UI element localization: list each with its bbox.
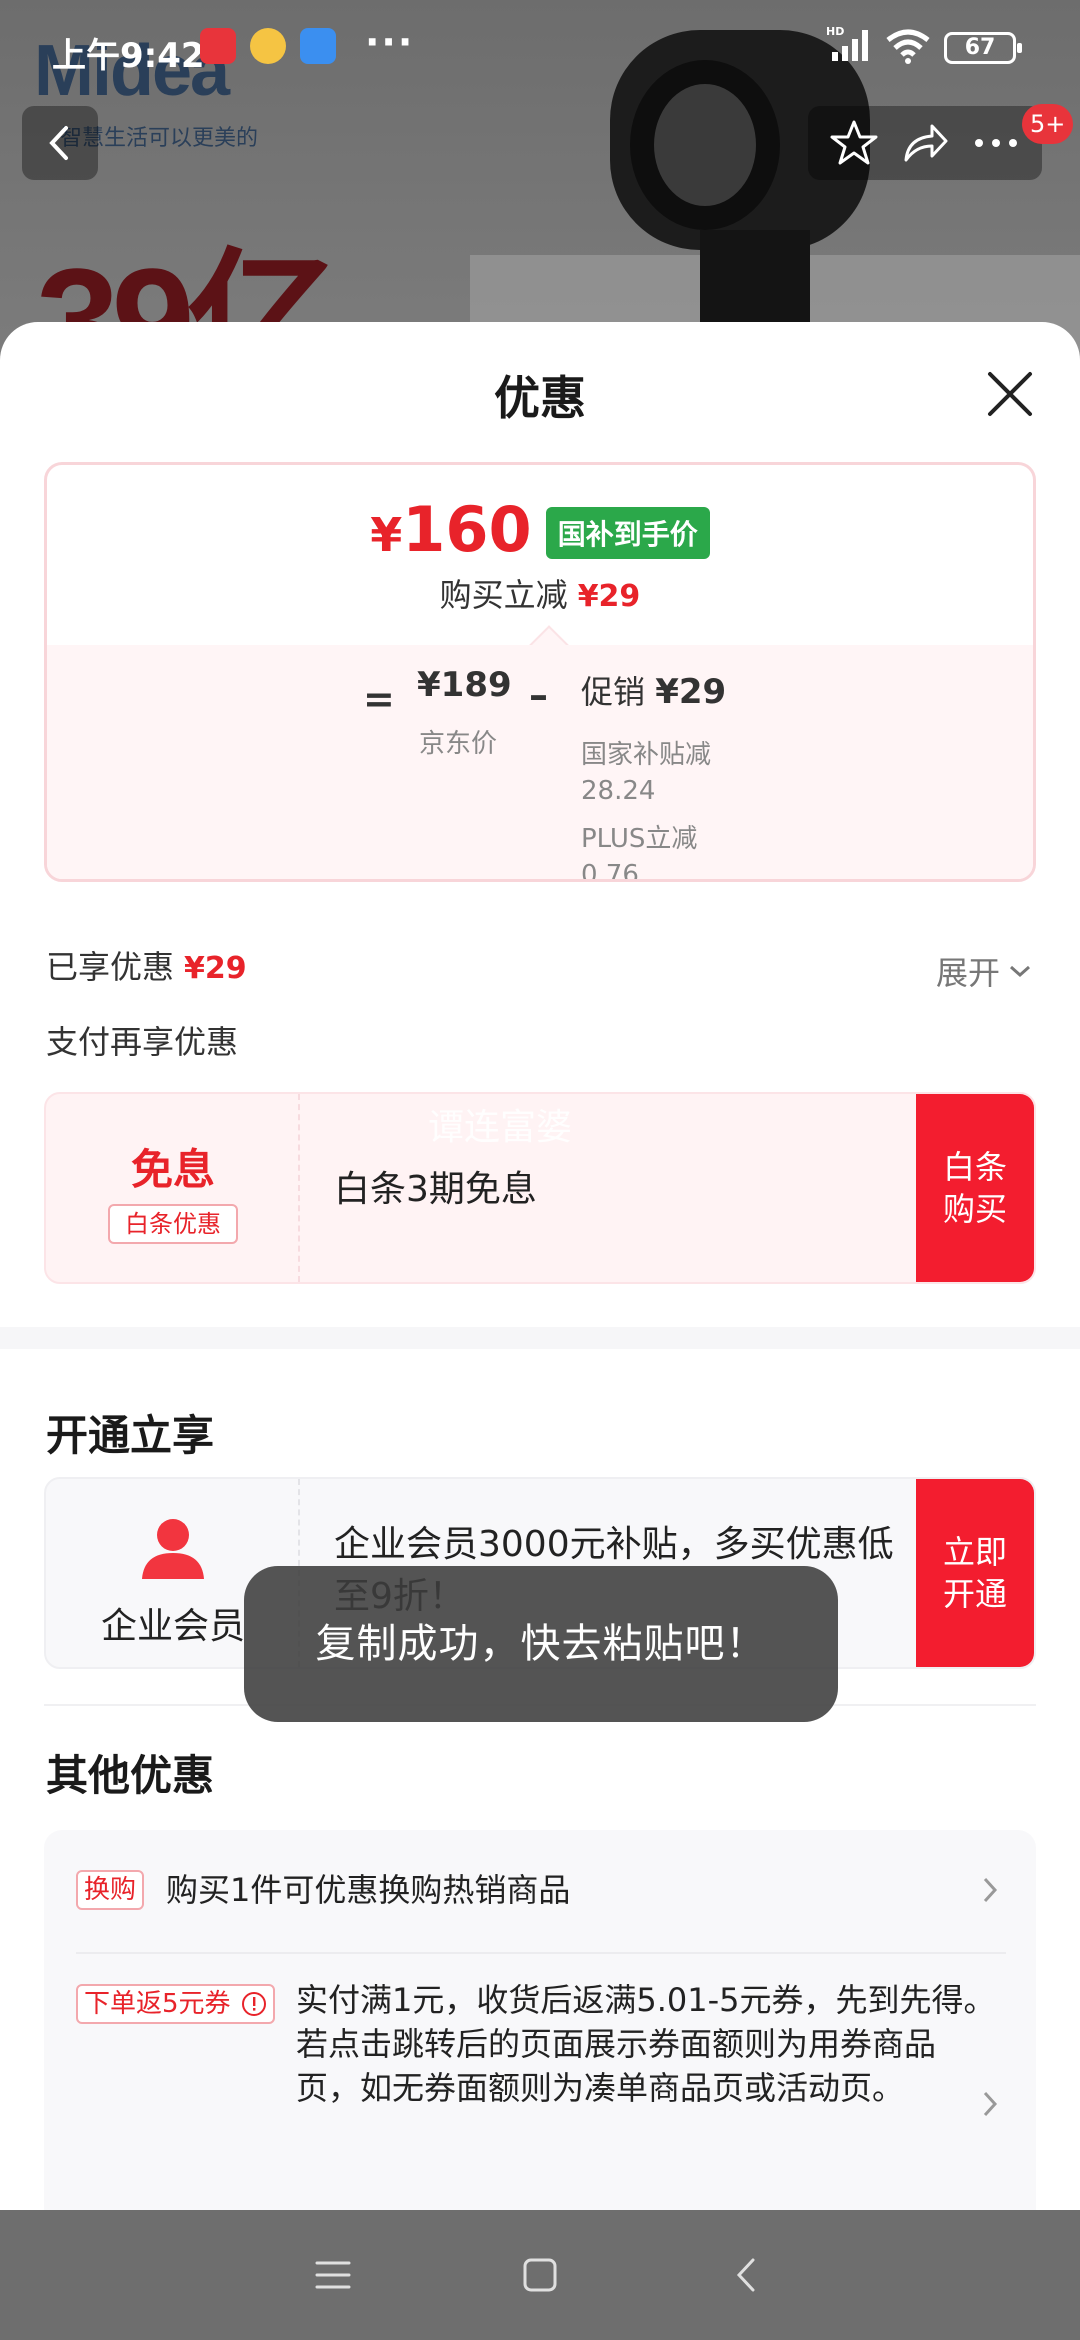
expand-button[interactable]: 展开	[936, 948, 1032, 994]
menu-icon[interactable]	[313, 2258, 353, 2292]
message-count-badge: 5+	[1022, 104, 1074, 144]
price-breakdown: = ¥189 京东价 – 促销 ¥29 国家补贴减 28.24 PLUS立减 0…	[47, 645, 1033, 882]
trade-in-text: 购买1件可优惠换购热销商品	[166, 1871, 571, 1909]
watermark-text: 谭连富婆	[428, 1107, 573, 1148]
chevron-left-icon	[49, 126, 68, 160]
signal-icon: HD	[826, 25, 868, 61]
baitiao-description: 白条3期免息	[334, 1169, 537, 1210]
back-icon[interactable]	[727, 2255, 767, 2295]
minus-sign: –	[529, 673, 548, 717]
app-notification-icon	[200, 28, 236, 64]
national-subsidy-item: 国家补贴减 28.24	[581, 740, 712, 806]
coupon-return-offer-row[interactable]: 下单返5元券 实付满1元，收货后返满5.01-5元券，先到先得。若点击跳转后的页…	[44, 1954, 1036, 2210]
share-icon[interactable]	[898, 116, 952, 170]
section-divider	[0, 1327, 1080, 1349]
chevron-right-icon	[983, 2091, 998, 2117]
jd-price: ¥189	[417, 665, 512, 705]
final-price-area: ¥160 国补到手价 购买立减 ¥29	[47, 465, 1033, 645]
copy-success-toast: 复制成功，快去粘贴吧！	[244, 1566, 838, 1722]
status-time: 上午9:42	[52, 36, 205, 76]
more-icon[interactable]	[969, 116, 1023, 170]
price-summary-card: ¥160 国补到手价 购买立减 ¥29 = ¥189 京东价 – 促销 ¥29 国…	[44, 462, 1036, 882]
chevron-right-icon	[983, 1877, 998, 1903]
status-bar: 上午9:42 ··· HD 67	[0, 0, 1080, 95]
baitiao-buy-button[interactable]: 白条 购买	[916, 1094, 1034, 1282]
notification-icons	[200, 28, 336, 64]
open-now-button[interactable]: 立即 开通	[916, 1479, 1034, 1667]
plus-discount-item: PLUS立减 0.76	[581, 824, 698, 882]
chevron-down-icon	[1010, 965, 1031, 978]
user-icon	[142, 1519, 204, 1579]
other-section-title: 其他优惠	[46, 1751, 215, 1800]
wallet-icon	[300, 28, 336, 64]
sheet-title: 优惠	[494, 371, 586, 425]
info-icon	[241, 1992, 266, 2016]
top-action-group	[808, 106, 1042, 180]
coupon-return-text: 实付满1元，收货后返满5.01-5元券，先到先得。若点击跳转后的页面展示券面额则…	[296, 1981, 996, 2107]
system-navigation-bar	[0, 2210, 1080, 2340]
open-section-title: 开通立享	[46, 1411, 215, 1460]
back-button[interactable]	[22, 106, 98, 180]
coupon-return-tag: 下单返5元券	[76, 1984, 275, 2024]
baitiao-badge: 白条优惠	[108, 1204, 238, 1244]
enjoyed-discount: 已享优惠 ¥29	[46, 948, 247, 986]
promotion-total: 促销 ¥29	[581, 672, 727, 712]
more-notifications-icon: ···	[365, 20, 415, 64]
baitiao-offer-card[interactable]: 免息 白条优惠 谭连富婆 白条3期免息 白条 购买	[44, 1092, 1036, 1284]
trade-in-tag: 换购	[76, 1870, 145, 1910]
equals-sign: =	[363, 677, 395, 721]
weibo-icon	[250, 28, 286, 64]
home-icon[interactable]	[520, 2255, 560, 2295]
final-price: ¥160	[370, 493, 532, 566]
instant-discount: 购买立减 ¥29	[439, 576, 641, 614]
close-icon[interactable]	[980, 364, 1040, 424]
trade-in-offer-row[interactable]: 换购 购买1件可优惠换购热销商品	[44, 1830, 1036, 1952]
pay-more-label: 支付再享优惠	[46, 1023, 239, 1061]
subsidy-price-tag: 国补到手价	[545, 506, 710, 559]
battery-indicator: 67	[944, 32, 1022, 64]
wifi-icon	[886, 29, 930, 64]
interest-free-title: 免息	[130, 1145, 215, 1194]
svg-text:HD: HD	[826, 25, 844, 38]
discount-sheet: 优惠 ¥160 国补到手价 购买立减 ¥29 = ¥189 京东价 – 促销 ¥2…	[0, 322, 1080, 2210]
jd-price-label: 京东价	[419, 729, 498, 759]
star-icon[interactable]	[827, 116, 881, 170]
other-offers-list: 换购 购买1件可优惠换购热销商品 下单返5元券 实付满1元，收货后返满5.01-…	[44, 1830, 1036, 2210]
